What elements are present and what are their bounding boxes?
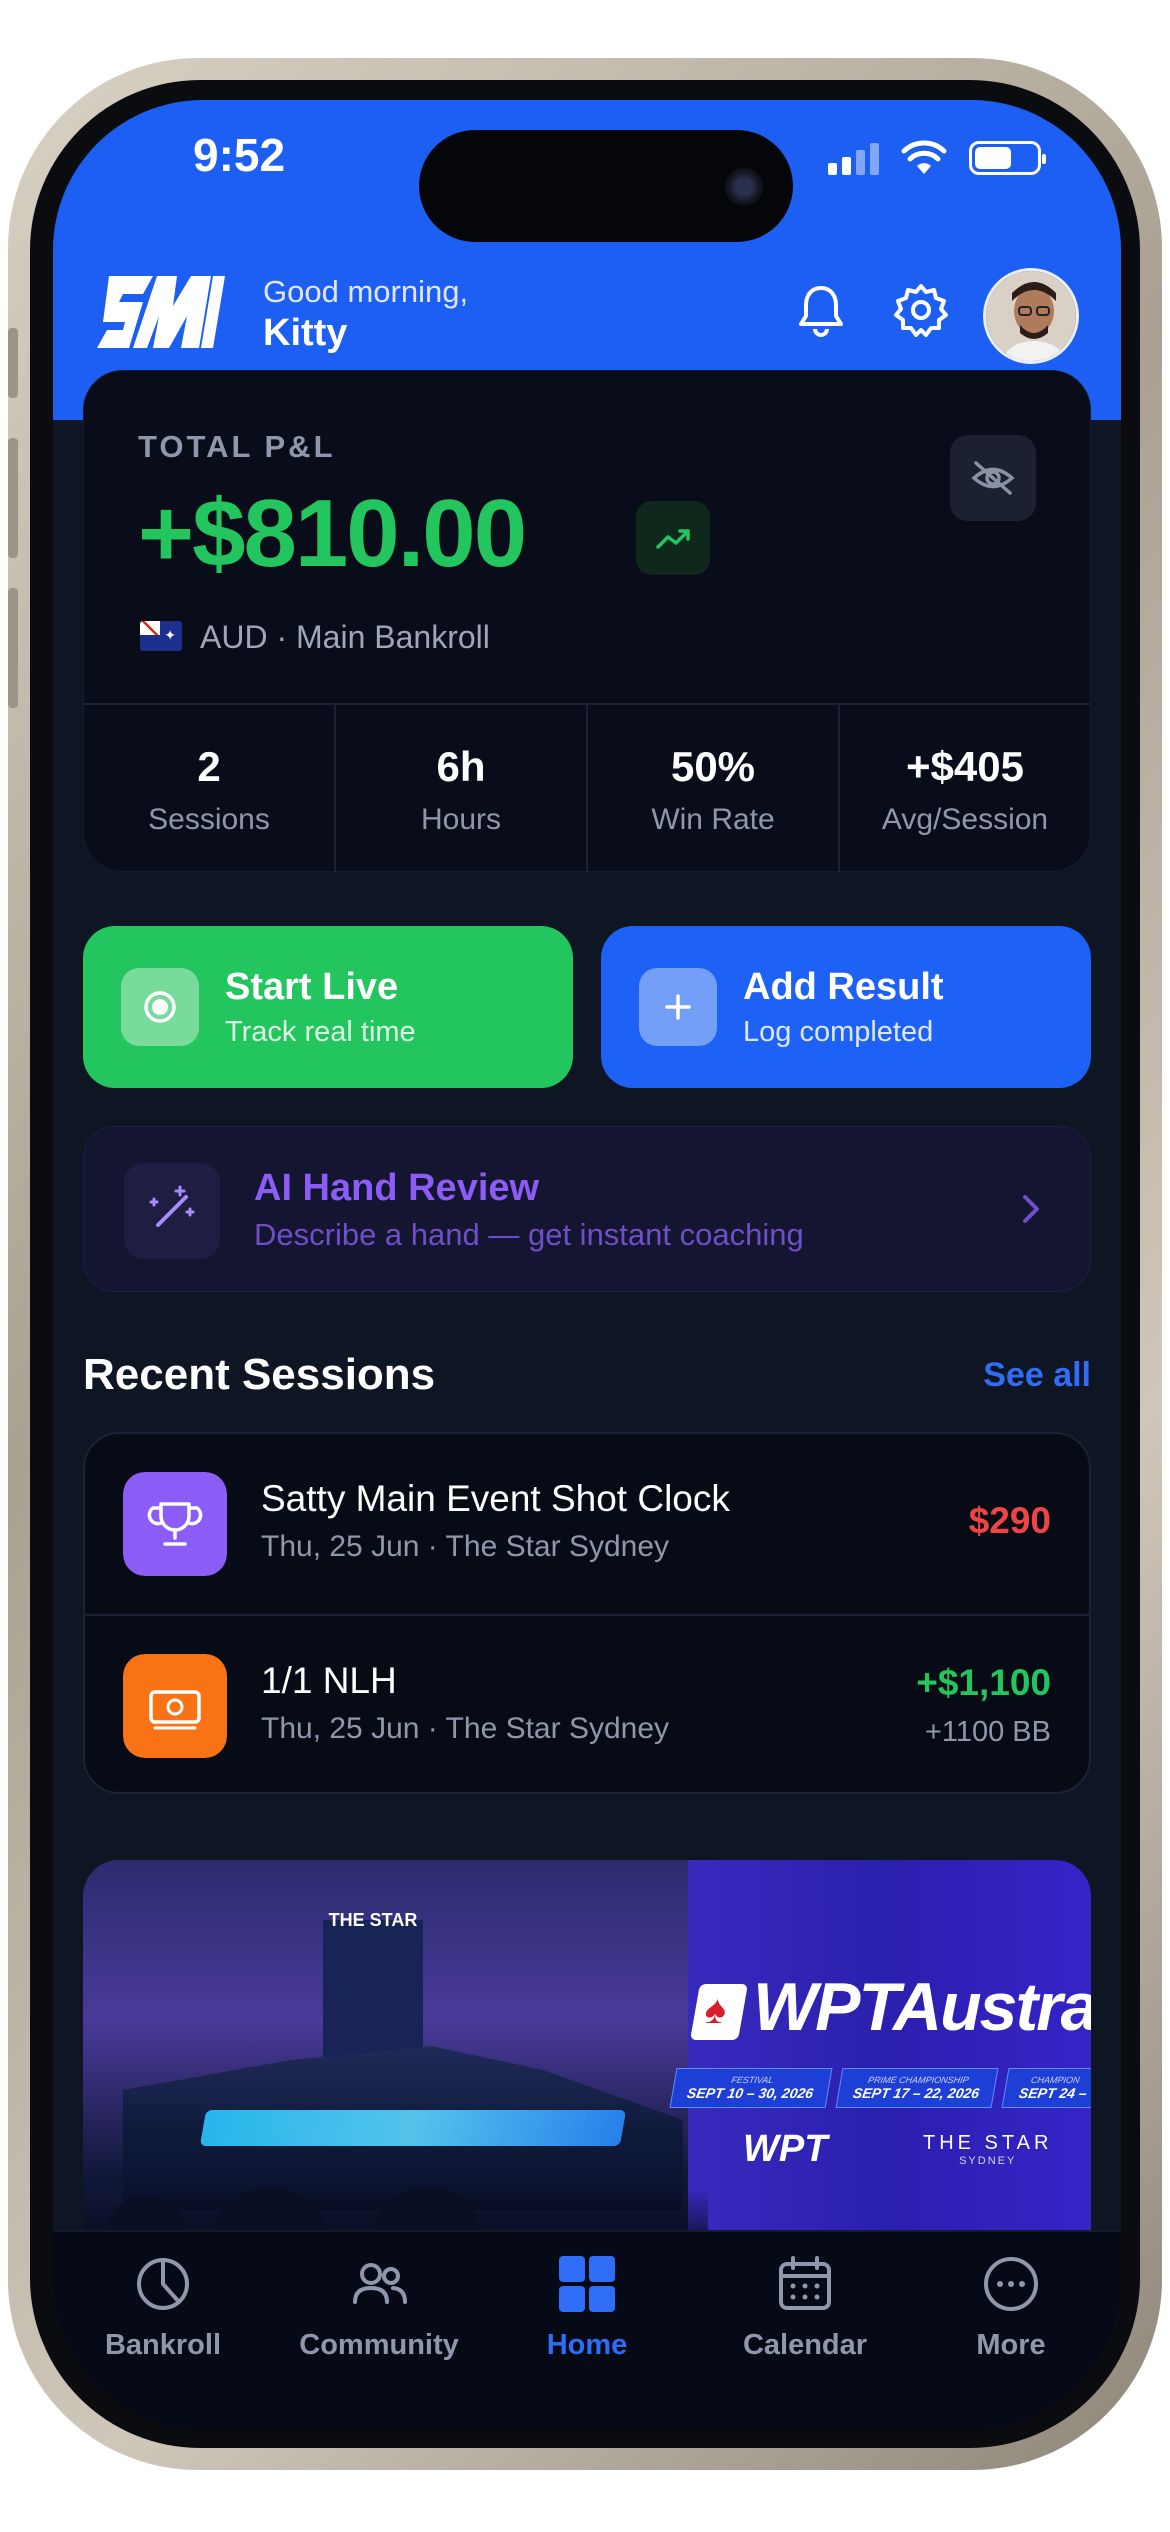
dynamic-island (419, 130, 793, 242)
star-name: THE STAR (923, 2132, 1053, 2154)
stat-win-rate: 50% Win Rate (588, 705, 840, 873)
wifi-icon (901, 140, 947, 174)
status-icons (828, 140, 1046, 176)
stat-value: 6h (436, 743, 486, 790)
gear-icon[interactable] (891, 280, 951, 340)
stat-label: Sessions (148, 803, 270, 836)
see-all-link[interactable]: See all (983, 1356, 1091, 1395)
session-amount: $290 (968, 1500, 1051, 1541)
signal-icon (828, 141, 879, 175)
recent-sessions-title: Recent Sessions (83, 1350, 436, 1399)
wpt-australia-banner[interactable]: THE STAR WPTAustrali FESTIVALSEPT 10 – 3… (83, 1860, 1091, 2260)
status-time: 9:52 (193, 129, 286, 181)
trending-up-icon (636, 501, 710, 575)
greeting-text: Good morning, (263, 274, 469, 309)
pie-chart-icon (137, 2258, 189, 2310)
date-range: SEPT 10 – 30, 2026 (685, 2085, 815, 2101)
tab-label: Community (299, 2329, 459, 2361)
wpt-date-badge: PRIME CHAMPIONSHIP SEPT 17 – 22, 2026 (835, 2068, 999, 2108)
stat-label: Hours (420, 803, 502, 836)
volume-up-button (8, 438, 18, 558)
chevron-right-icon (1023, 1195, 1039, 1223)
plus-icon (639, 968, 717, 1046)
date-caption: PRIME CHAMPIONSHIP (867, 2075, 970, 2085)
session-row[interactable]: Satty Main Event Shot Clock Thu, 25 Jun … (85, 1434, 1089, 1614)
bottom-tab-bar: Bankroll Community Home Calendar More (53, 2230, 1121, 2430)
the-star-sponsor-logo: THE STAR SYDNEY (923, 2132, 1052, 2167)
ai-hand-review-card[interactable]: AI Hand Review Describe a hand — get ins… (83, 1126, 1091, 1292)
grid-icon (559, 2256, 615, 2312)
recent-sessions-list: Satty Main Event Shot Clock Thu, 25 Jun … (83, 1432, 1091, 1794)
ai-review-subtitle: Describe a hand — get instant coaching (254, 1217, 804, 1252)
add-result-title: Add Result (743, 966, 944, 1008)
session-amount: +$1,100 (916, 1662, 1051, 1703)
magic-wand-icon (124, 1163, 220, 1259)
date-range: SEPT 24 – (1017, 2085, 1089, 2101)
app-logo-icon (97, 276, 225, 348)
bell-icon[interactable] (791, 280, 851, 340)
tab-label: Calendar (742, 2329, 868, 2361)
wpt-dates: FESTIVAL SEPT 10 – 30, 2026 PRIME CHAMPIO… (669, 2068, 1091, 2108)
tab-bankroll[interactable]: Bankroll (63, 2252, 263, 2362)
stat-avg-session: +$405 Avg/Session (840, 705, 1090, 873)
record-icon (121, 968, 199, 1046)
australia-flag-icon (140, 621, 182, 651)
star-city: SYDNEY (959, 2155, 1017, 2167)
trophy-icon (123, 1472, 227, 1576)
volume-down-button (8, 588, 18, 708)
avatar[interactable] (983, 268, 1079, 364)
stat-value: 50% (670, 743, 756, 790)
battery-icon (969, 141, 1046, 175)
date-caption: CHAMPION (1030, 2075, 1081, 2085)
wpt-title: WPTAustrali (753, 1969, 1091, 2045)
tab-label: Home (546, 2329, 628, 2361)
session-bb-amount: +1100 BB (924, 1716, 1051, 1748)
add-result-subtitle: Log completed (743, 1016, 934, 1048)
session-row[interactable]: 1/1 NLH Thu, 25 Jun · The Star Sydney +$… (85, 1614, 1089, 1792)
ai-review-title: AI Hand Review (254, 1167, 540, 1209)
start-live-button[interactable]: Start Live Track real time (83, 926, 573, 1088)
total-pl-card: TOTAL P&L +$810.00 AUD · Main Bankroll 2… (83, 370, 1091, 873)
stat-label: Win Rate (651, 803, 775, 836)
wpt-date-badge: FESTIVAL SEPT 10 – 30, 2026 (669, 2068, 833, 2108)
start-live-title: Start Live (225, 966, 399, 1008)
people-icon (353, 2263, 407, 2304)
session-meta: Thu, 25 Jun · The Star Sydney (261, 1530, 670, 1563)
banner-tower-label: THE STAR (328, 1910, 418, 1930)
wpt-sponsor-logo: WPT (743, 2128, 828, 2170)
camera-icon (725, 168, 763, 206)
currency-bankroll-label: AUD · Main Bankroll (200, 619, 490, 655)
date-range: SEPT 17 – 22, 2026 (851, 2085, 981, 2101)
stat-value: +$405 (906, 743, 1024, 790)
hide-balance-button[interactable] (950, 435, 1036, 521)
tab-community[interactable]: Community (279, 2252, 479, 2362)
session-meta: Thu, 25 Jun · The Star Sydney (261, 1712, 670, 1745)
tab-label: Bankroll (104, 2329, 222, 2361)
silent-switch (8, 328, 18, 398)
more-icon (984, 2257, 1038, 2311)
user-name: Kitty (263, 312, 348, 354)
calendar-icon (779, 2256, 831, 2310)
stat-label: Avg/Session (881, 803, 1049, 836)
stat-value: 2 (197, 743, 221, 790)
total-pl-label: TOTAL P&L (138, 429, 336, 464)
start-live-subtitle: Track real time (225, 1016, 416, 1048)
tab-home[interactable]: Home (487, 2252, 687, 2362)
wpt-date-badge: CHAMPION SEPT 24 – (1001, 2068, 1091, 2108)
session-name: 1/1 NLH (261, 1660, 397, 1701)
app-screen: 9:52 Good morning, Kitty TOTAL P&L +$810… (53, 100, 1121, 2430)
total-pl-value: +$810.00 (138, 480, 527, 587)
session-name: Satty Main Event Shot Clock (261, 1478, 730, 1519)
add-result-button[interactable]: Add Result Log completed (601, 926, 1091, 1088)
wpt-spade-icon (690, 1984, 748, 2041)
tab-calendar[interactable]: Calendar (705, 2252, 905, 2362)
stat-hours: 6h Hours (336, 705, 588, 873)
date-caption: FESTIVAL (730, 2075, 775, 2085)
stat-sessions: 2 Sessions (84, 705, 336, 873)
stats-row: 2 Sessions 6h Hours 50% Win Rate +$405 A… (84, 703, 1090, 873)
tab-label: More (976, 2329, 1046, 2361)
wpt-logo: WPTAustrali (690, 1968, 1091, 2046)
cash-icon (123, 1654, 227, 1758)
tab-more[interactable]: More (911, 2252, 1111, 2362)
